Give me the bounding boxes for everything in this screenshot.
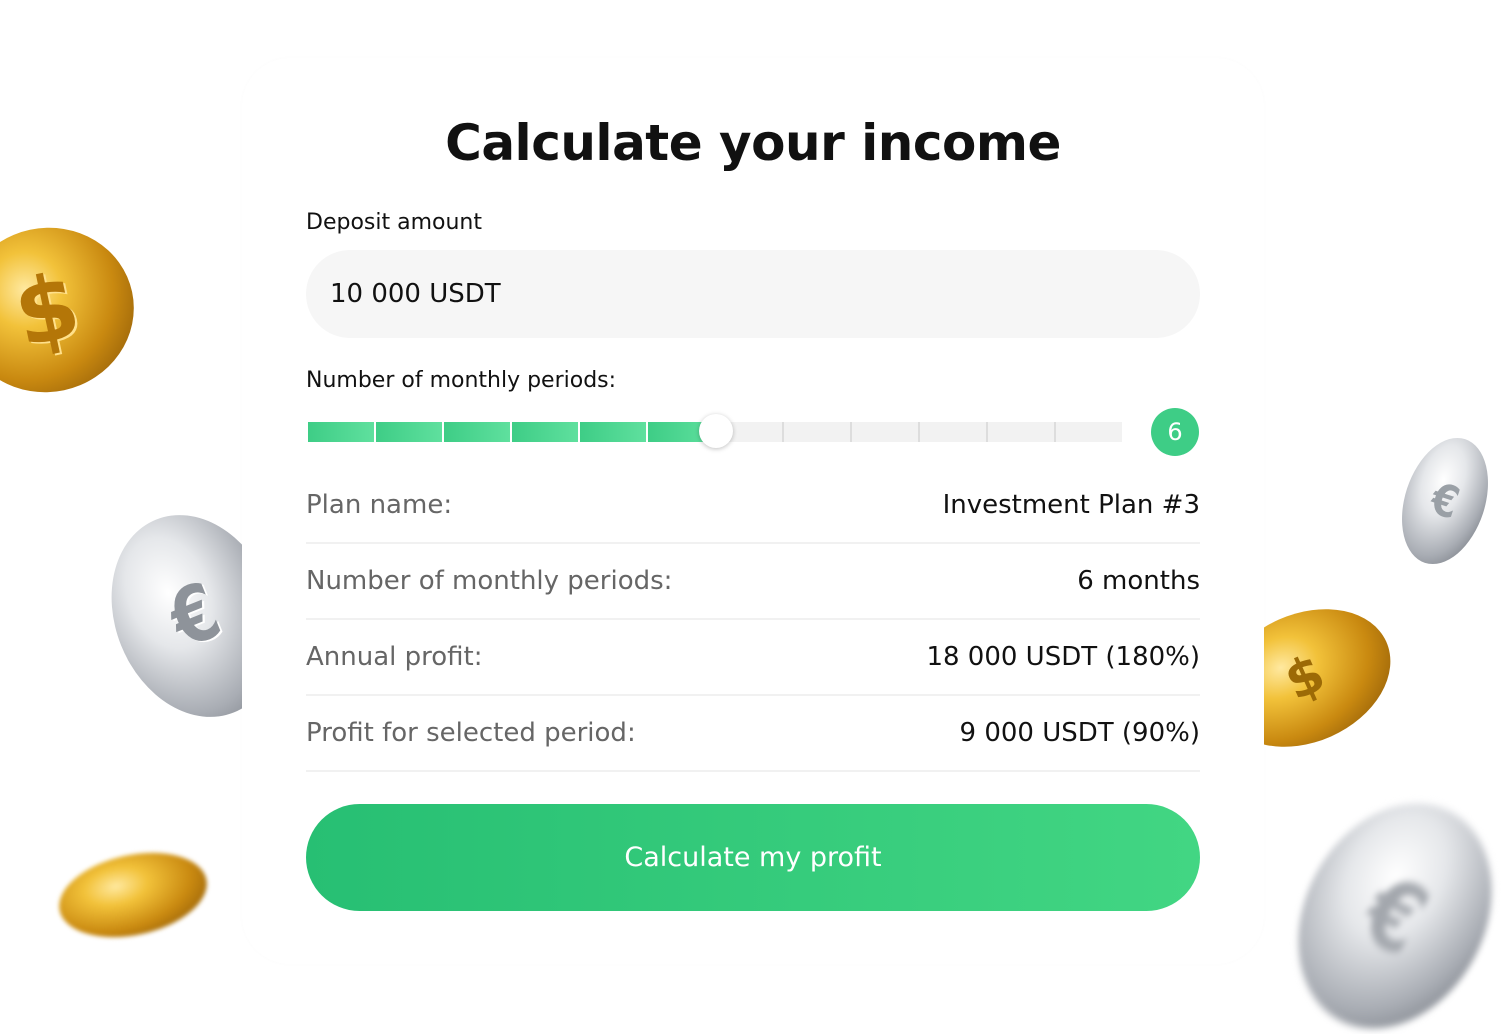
deposit-amount-input[interactable]: 10 000 USDT [306,250,1200,338]
slider-segment [580,422,646,442]
summary-value: 6 months [1077,566,1200,596]
summary-row-plan: Plan name: Investment Plan #3 [306,468,1200,544]
summary-label: Annual profit: [306,642,483,672]
slider-segment [784,422,850,442]
summary-value: 9 000 USDT (90%) [959,718,1200,748]
slider-tick [782,422,784,442]
slider-segment [376,422,442,442]
slider-segment [512,422,578,442]
slider-tick [510,422,512,442]
page-title: Calculate your income [445,114,1061,172]
periods-slider-thumb[interactable] [699,414,733,448]
silver-coin-icon: € [1386,426,1504,576]
dollar-coin-icon: $ [0,211,150,409]
periods-value-badge: 6 [1151,408,1199,456]
slider-tick [850,422,852,442]
slider-segment [308,422,374,442]
slider-tick [646,422,648,442]
dollar-symbol: $ [5,252,89,368]
silver-coin-icon: € [1260,769,1506,1034]
summary-row-period-profit: Profit for selected period: 9 000 USDT (… [306,696,1200,772]
slider-tick [578,422,580,442]
page: $ € € $ € Calculate your income Deposit … [0,0,1506,1034]
deposit-label: Deposit amount [306,210,482,235]
slider-segment [920,422,986,442]
periods-label: Number of monthly periods: [306,368,617,393]
summary-row-periods: Number of monthly periods: 6 months [306,544,1200,620]
slider-tick [374,422,376,442]
slider-segment [852,422,918,442]
slider-tick [918,422,920,442]
calculate-profit-button[interactable]: Calculate my profit [306,804,1200,911]
summary-value: Investment Plan #3 [942,490,1200,520]
gold-coin-icon [51,840,215,950]
summary-value: 18 000 USDT (180%) [926,642,1200,672]
summary-label: Profit for selected period: [306,718,636,748]
slider-tick [442,422,444,442]
slider-tick [1054,422,1056,442]
deposit-amount-value: 10 000 USDT [330,279,501,309]
slider-segment [988,422,1054,442]
slider-segment [1056,422,1122,442]
summary-row-annual-profit: Annual profit: 18 000 USDT (180%) [306,620,1200,696]
euro-symbol: € [1345,854,1445,978]
summary-label: Plan name: [306,490,453,520]
slider-tick [986,422,988,442]
summary-label: Number of monthly periods: [306,566,673,596]
euro-symbol: € [1424,472,1466,530]
slider-segment [444,422,510,442]
